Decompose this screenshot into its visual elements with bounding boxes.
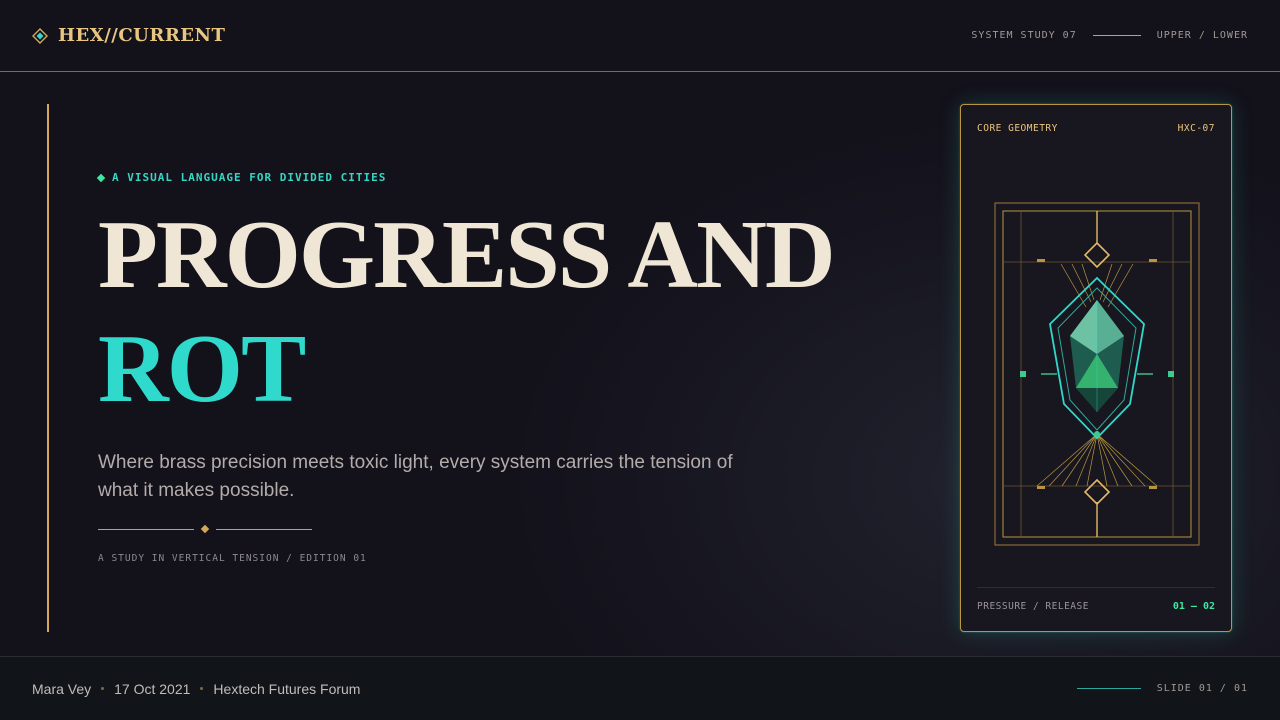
divider-line-left bbox=[98, 528, 194, 530]
subtitle: Where brass precision meets toxic light,… bbox=[98, 452, 733, 501]
divider-diamond-icon bbox=[200, 524, 210, 534]
slide-number: SLIDE 01 / 01 bbox=[1156, 683, 1248, 694]
footer-dot-separator bbox=[101, 687, 105, 690]
card-footer: PRESSURE / RELEASE 01 — 02 bbox=[977, 601, 1215, 612]
eyebrow: A VISUAL LANGUAGE FOR DIVIDED CITIES bbox=[96, 171, 387, 184]
footer-meta: Mara Vey 17 Oct 2021 Hextech Futures For… bbox=[32, 681, 360, 697]
edition-caption: A STUDY IN VERTICAL TENSION / EDITION 01 bbox=[98, 553, 367, 564]
top-bar: HEX//CURRENT SYSTEM STUDY 07 UPPER / LOW… bbox=[0, 0, 1280, 72]
card-bottom-value: 01 — 02 bbox=[1172, 601, 1215, 612]
event-name: Hextech Futures Forum bbox=[213, 680, 361, 697]
ornament-divider bbox=[98, 524, 312, 534]
card-header: CORE GEOMETRY HXC-07 bbox=[977, 123, 1215, 134]
header-divider bbox=[1092, 35, 1141, 36]
footer-bar: Mara Vey 17 Oct 2021 Hextech Futures For… bbox=[0, 656, 1280, 720]
title-line-1: PROGRESS AND bbox=[98, 201, 836, 309]
diamond-bullet-icon bbox=[96, 173, 106, 182]
slide-indicator: SLIDE 01 / 01 bbox=[1076, 683, 1248, 694]
core-geometry-card[interactable]: CORE GEOMETRY HXC-07 PRESSURE / RELEASE … bbox=[960, 104, 1232, 632]
crystal-core-geometry-icon bbox=[994, 202, 1200, 546]
card-bottom-label: PRESSURE / RELEASE bbox=[977, 601, 1089, 612]
card-label: CORE GEOMETRY bbox=[977, 123, 1058, 134]
divider-line-right bbox=[216, 528, 312, 530]
title-line-2: ROT bbox=[98, 315, 306, 423]
header-meta: SYSTEM STUDY 07 UPPER / LOWER bbox=[971, 30, 1248, 41]
study-label: SYSTEM STUDY 07 bbox=[971, 30, 1077, 41]
card-code: HXC-07 bbox=[1177, 123, 1215, 134]
presentation-date: 17 Oct 2021 bbox=[114, 680, 191, 697]
card-separator bbox=[977, 587, 1215, 588]
eyebrow-text: A VISUAL LANGUAGE FOR DIVIDED CITIES bbox=[112, 171, 387, 184]
mode-label: UPPER / LOWER bbox=[1156, 30, 1248, 41]
footer-dot-separator bbox=[200, 687, 204, 690]
brand-name: HEX//CURRENT bbox=[58, 25, 226, 46]
footer-divider bbox=[1076, 688, 1141, 689]
left-accent-rule bbox=[47, 104, 49, 632]
brand[interactable]: HEX//CURRENT bbox=[32, 25, 225, 46]
author-name: Mara Vey bbox=[32, 680, 92, 697]
diamond-gem-icon bbox=[32, 27, 48, 44]
